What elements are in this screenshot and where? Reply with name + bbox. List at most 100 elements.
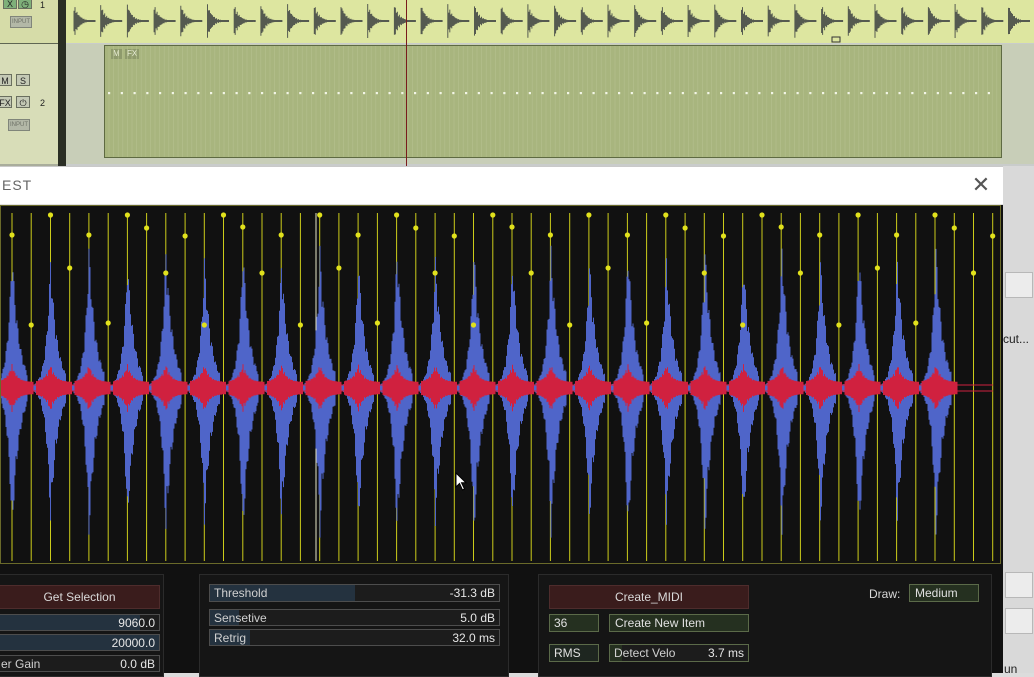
background-field xyxy=(1005,572,1033,598)
midi-track-lane[interactable]: M FX xyxy=(66,44,1034,164)
track-1-power-button[interactable]: ◷ xyxy=(18,0,32,9)
midi-note xyxy=(528,92,531,95)
velocity-dot xyxy=(470,322,477,328)
velocity-dot xyxy=(701,270,707,276)
retrig-value: 32.0 ms xyxy=(452,631,495,645)
midi-note xyxy=(197,92,200,95)
midi-note xyxy=(911,92,914,95)
velocity-dot xyxy=(28,322,34,328)
tcp-divider[interactable] xyxy=(58,0,66,166)
track-1-header[interactable]: X ◷ INPUT 1 xyxy=(0,0,58,44)
draw-mode-select[interactable]: Medium xyxy=(909,584,979,602)
create-new-item-toggle[interactable]: Create New Item xyxy=(609,614,749,632)
solo-button[interactable]: S xyxy=(16,74,30,86)
midi-note xyxy=(694,92,697,95)
high-freq-field[interactable]: 20000.0 xyxy=(0,634,160,651)
detect-velo-value: 3.7 ms xyxy=(707,646,744,660)
midi-note xyxy=(592,92,595,95)
midi-note xyxy=(388,92,391,95)
background-button-label[interactable]: cut... xyxy=(1003,332,1029,346)
midi-note xyxy=(707,92,710,95)
velocity-dot xyxy=(67,265,73,271)
midi-note xyxy=(312,92,315,95)
threshold-slider[interactable]: Threshold -31.3 dB xyxy=(209,584,500,602)
close-icon[interactable]: ✕ xyxy=(968,172,994,198)
midi-note xyxy=(516,92,519,95)
velocity-dot xyxy=(220,212,227,218)
midi-note xyxy=(936,92,939,95)
sensetive-label: Sensetive xyxy=(214,611,267,625)
midi-grid xyxy=(108,46,998,157)
track-2-number: 2 xyxy=(40,98,46,108)
retrig-label: Retrig xyxy=(214,631,247,645)
midi-note xyxy=(898,92,901,95)
audio-item-waveform[interactable] xyxy=(66,0,1034,43)
track-2-input-label[interactable]: INPUT xyxy=(8,119,30,131)
detect-velo-slider[interactable]: Detect Velo 3.7 ms xyxy=(609,644,749,662)
velocity-dot xyxy=(797,270,804,276)
window-titlebar[interactable]: EST ✕ xyxy=(0,167,1003,205)
track-1-fx-button[interactable]: X xyxy=(3,0,17,9)
midi-note xyxy=(426,92,429,95)
midi-note xyxy=(643,92,646,95)
audio-waveform-path xyxy=(73,4,1030,38)
midi-note xyxy=(503,92,506,95)
velocity-dot xyxy=(336,265,342,271)
retrig-slider[interactable]: Retrig 32.0 ms xyxy=(209,629,500,646)
detection-panel: Threshold -31.3 dB Sensetive 5.0 dB Retr… xyxy=(199,574,509,677)
midi-note xyxy=(299,92,302,95)
audio-track-lane[interactable] xyxy=(66,0,1034,43)
midi-note xyxy=(273,92,276,95)
midi-note xyxy=(490,92,493,95)
midi-note xyxy=(363,92,366,95)
velocity-dot xyxy=(624,232,631,238)
low-freq-field[interactable]: 9060.0 xyxy=(0,614,160,631)
midi-note xyxy=(465,92,468,95)
rms-mode-button[interactable]: RMS xyxy=(549,644,599,662)
midi-note xyxy=(975,92,978,95)
midi-note xyxy=(847,92,850,95)
midi-panel: Create_MIDI 36 Create New Item RMS Detec… xyxy=(538,574,992,677)
velocity-dot xyxy=(720,233,727,239)
threshold-label: Threshold xyxy=(214,586,268,600)
arrange-area[interactable]: M FX xyxy=(66,0,1034,166)
track-2-header[interactable]: M S FX ⏻ INPUT 2 xyxy=(0,44,58,164)
get-selection-button[interactable]: Get Selection xyxy=(0,585,160,609)
velocity-dot xyxy=(9,232,15,238)
filter-gain-value: 0.0 dB xyxy=(120,657,155,671)
low-freq-value: 9060.0 xyxy=(118,616,155,630)
velocity-dot xyxy=(817,232,823,238)
midi-note xyxy=(414,92,417,95)
midi-note xyxy=(809,92,812,95)
velocity-dot xyxy=(240,224,246,230)
midi-note xyxy=(924,92,927,95)
midi-item[interactable]: M FX xyxy=(104,45,1002,158)
midi-note xyxy=(949,92,952,95)
track-1-number: 1 xyxy=(40,0,46,10)
note-number-field[interactable]: 36 xyxy=(549,614,599,632)
midi-note xyxy=(108,92,111,95)
midi-note xyxy=(120,92,123,95)
velocity-dot xyxy=(182,233,188,239)
velocity-dot xyxy=(932,212,938,218)
velocity-dot xyxy=(874,265,881,271)
midi-note xyxy=(554,92,557,95)
filter-gain-field[interactable]: er Gain 0.0 dB xyxy=(0,655,160,672)
velocity-dot xyxy=(778,224,784,230)
velocity-dot xyxy=(297,322,303,328)
midi-note xyxy=(720,92,723,95)
create-midi-button[interactable]: Create_MIDI xyxy=(549,585,749,609)
midi-note xyxy=(261,92,264,95)
waveform-display[interactable] xyxy=(0,205,1001,564)
velocity-dot xyxy=(605,265,611,271)
track-2-power-button[interactable]: ⏻ xyxy=(16,96,30,108)
filter-gain-label: er Gain xyxy=(1,657,41,671)
midi-note xyxy=(656,92,659,95)
track-2-fx-button[interactable]: FX xyxy=(0,96,12,108)
velocity-dot xyxy=(144,225,150,231)
mute-button[interactable]: M xyxy=(0,74,12,86)
track-1-input-label[interactable]: INPUT xyxy=(10,16,32,28)
sensetive-slider[interactable]: Sensetive 5.0 dB xyxy=(209,609,500,626)
midi-note xyxy=(324,92,327,95)
midi-note xyxy=(860,92,863,95)
